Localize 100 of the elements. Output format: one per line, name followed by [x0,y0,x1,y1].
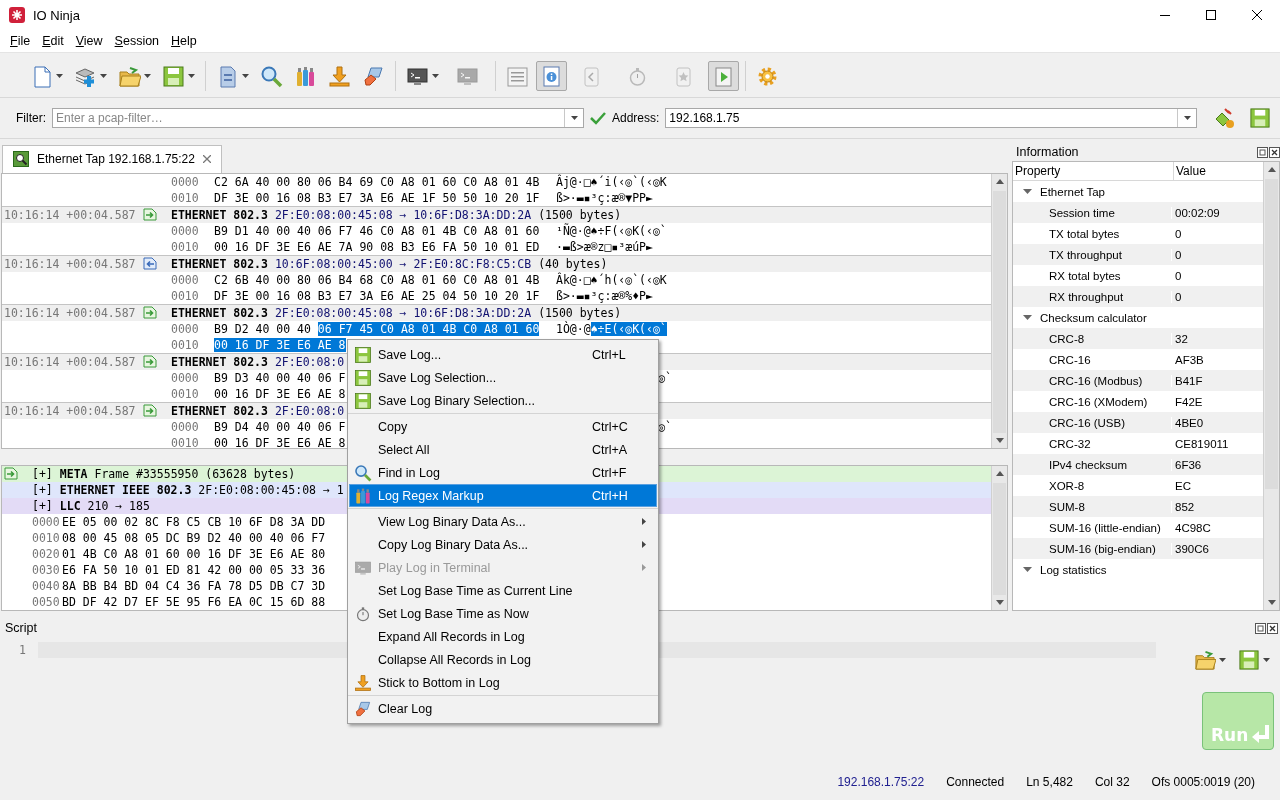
property-value: 0 [1171,248,1182,261]
mac-addresses: 2F:E0:08:0 [274,403,345,418]
offset: 0010 [171,288,200,303]
panel-title: Information [1016,145,1079,159]
section-text: 210 → 185 [87,498,150,513]
window-title: IO Ninja [33,7,81,23]
property-value: 6F36 [1171,458,1202,471]
property-name: CRC-16 (USB) [1049,416,1126,429]
property-name: SUM-16 (little-endian) [1049,521,1161,534]
packet-size: (1500 bytes) [538,207,622,222]
offset: 0000 [31,514,61,529]
hex-bytes: C2 6A 40 00 80 06 B4 69 C0 A8 01 60 C0 A8 01 4B [214,174,540,189]
property-value: 0 [1171,227,1182,240]
property-value: 00:02:09 [1171,206,1220,219]
offset: 0000 [171,174,200,189]
filter-label: Filter: [16,111,46,125]
offset: 0000 [171,223,200,238]
ascii-text: ¹Ñ@·@♠÷F(‹◎K(‹◎` [556,223,667,238]
panel-title: Script [5,621,37,635]
property-value: AF3B [1171,353,1204,366]
timestamp: 10:16:14 +00:04.587 [3,207,137,222]
property-name: RX total bytes [1049,269,1121,282]
timestamp: 10:16:14 +00:04.587 [3,256,137,271]
protocol-label: ETHERNET 802.3 [171,207,268,222]
group-label: Log statistics [1040,563,1107,576]
property-value: 4C98C [1171,521,1211,534]
section-name: LLC [59,498,81,513]
column-header: Value [1175,163,1206,180]
property-name: CRC-16 (XModem) [1049,395,1148,408]
packet-size: (40 bytes) [538,256,608,271]
hex-bytes: B9 D4 40 00 40 06 F [214,419,346,434]
property-name: TX total bytes [1049,227,1120,240]
offset: 0000 [171,321,200,336]
status-text: Connected [945,775,1006,789]
timestamp: 10:16:14 +00:04.587 [3,403,137,418]
property-name: CRC-32 [1049,437,1091,450]
ascii-text: Âj@·□♠´i(‹◎`(‹◎K [556,174,667,189]
protocol-label: ETHERNET 802.3 [171,305,268,320]
packet-size: (1500 bytes) [538,305,622,320]
group-label: Checksum calculator [1040,311,1147,324]
offset: 0010 [171,337,200,352]
offset: 0000 [171,370,200,385]
property-value: 390C6 [1171,542,1209,555]
ascii-text: ß>·▬▪³ç:æ®%♦P► [556,288,653,303]
ascii-text: 1Ò@·@ [556,321,591,336]
property-name: SUM-8 [1049,500,1085,513]
offset: 0050 [31,594,61,609]
property-name: CRC-8 [1049,332,1085,345]
mac-addresses: 2F:E0:08:0 [274,354,345,369]
hex-bytes: DF 3E 00 16 08 B3 E7 3A E6 AE 25 04 50 10 20 1F [214,288,540,303]
status-text: Col 32 [1093,775,1131,789]
offset: 0010 [171,435,200,448]
property-value: EC [1171,479,1191,492]
offset: 0040 [31,578,61,593]
offset: 0000 [171,419,200,434]
property-name: CRC-16 (Modbus) [1049,374,1143,387]
property-name: RX throughput [1049,290,1124,303]
property-value: 0 [1171,290,1182,303]
section-name: META [59,466,88,481]
hex-bytes: 08 00 45 08 05 DC B9 D2 40 00 40 06 F7 [62,530,326,545]
ascii-text: ·▬ß>æ®z□▪³æúP► [556,239,653,254]
offset: 0000 [171,272,200,287]
property-name: SUM-16 (big-endian) [1049,542,1156,555]
group-label: Ethernet Tap [1040,185,1105,198]
status-text: Ln 5,482 [1025,775,1074,789]
property-value: F42E [1171,395,1203,408]
property-name: IPv4 checksum [1049,458,1127,471]
offset: 0010 [171,190,200,205]
ascii-text: ß>·▬▪³ç:æ®▼PP► [556,190,653,205]
protocol-label: ETHERNET 802.3 [171,403,268,418]
timestamp: 10:16:14 +00:04.587 [3,305,137,320]
hex-bytes: B9 D2 40 00 40 [214,321,312,336]
selected-hex-bytes: 06 F7 45 C0 A8 01 4B C0 A8 01 60 [317,321,540,336]
tab-label: Ethernet Tap 192.168.1.75:22 [37,152,195,167]
hex-bytes: EE 05 00 02 8C F8 C5 CB 10 6F D8 3A DD [62,514,326,529]
hex-bytes: B9 D1 40 00 40 06 F7 46 C0 A8 01 4B C0 A8 01 60 [214,223,540,238]
mac-addresses: 2F:E0:08:00:45:08 → 10:6F:D8:3A:DD:2A [274,207,532,222]
mac-addresses: 2F:E0:08:00:45:08 → 10:6F:D8:3A:DD:2A [274,305,532,320]
property-name: Session time [1049,206,1115,219]
address-label: Address: [612,111,660,125]
selected-hex-bytes: 00 16 DF 3E E6 AE 8 [214,337,346,352]
hex-bytes: BD DF 42 D7 EF 5E 95 F6 EA 0C 15 6D 88 [62,594,326,609]
hex-bytes: 01 4B C0 A8 01 60 00 16 DF 3E E6 AE 80 [62,546,326,561]
hex-bytes: B9 D3 40 00 40 06 F [214,370,346,385]
offset: 0010 [171,386,200,401]
hex-bytes: 00 16 DF 3E E6 AE 8 [214,435,346,448]
section-text: Frame #33555950 (63628 bytes) [94,466,296,481]
section-name: ETHERNET IEEE 802.3 [59,482,192,497]
hex-bytes: 8A BB B4 BD 04 C4 36 FA 78 D5 DB C7 3D [62,578,326,593]
property-name: TX throughput [1049,248,1122,261]
property-value: 852 [1171,500,1195,513]
protocol-label: ETHERNET 802.3 [171,354,268,369]
hex-bytes: E6 FA 50 10 01 ED 81 42 00 00 05 33 36 [62,562,326,577]
hex-bytes: DF 3E 00 16 08 B3 E7 3A E6 AE 1F 50 50 10 20 1F [214,190,540,205]
column-header: Property [1013,162,1174,180]
property-value: B41F [1171,374,1203,387]
offset: 0010 [31,530,61,545]
property-name: CRC-16 [1049,353,1091,366]
mac-addresses: 10:6F:08:00:45:00 → 2F:E0:8C:F8:C5:CB [274,256,532,271]
offset: 0030 [31,562,61,577]
